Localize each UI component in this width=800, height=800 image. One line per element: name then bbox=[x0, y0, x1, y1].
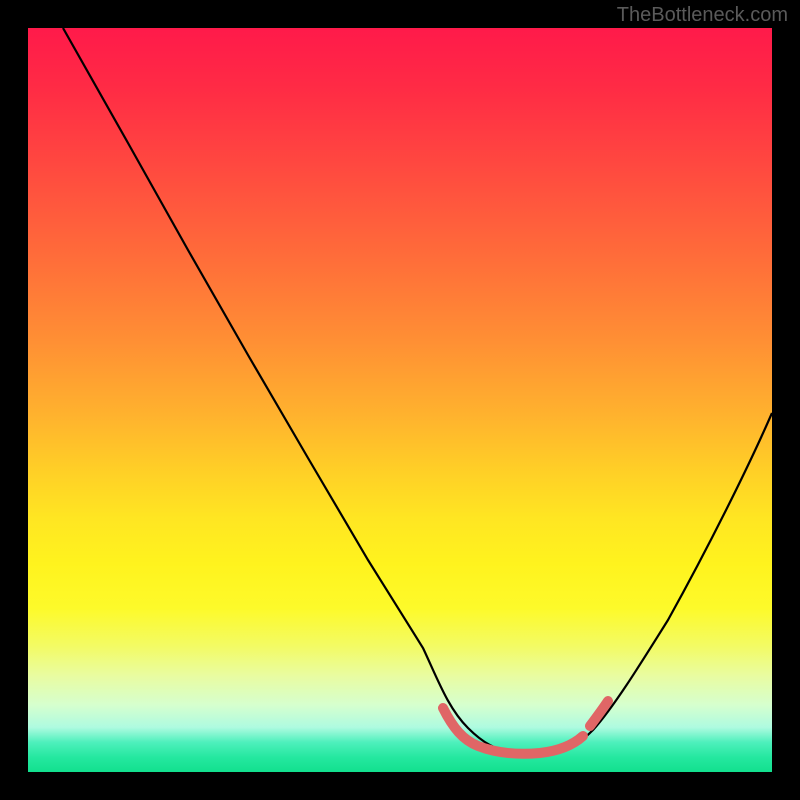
bottleneck-curve-path bbox=[63, 28, 772, 754]
attribution-label: TheBottleneck.com bbox=[617, 4, 788, 27]
plot-area bbox=[28, 28, 772, 772]
bottleneck-curve-svg bbox=[28, 28, 772, 772]
